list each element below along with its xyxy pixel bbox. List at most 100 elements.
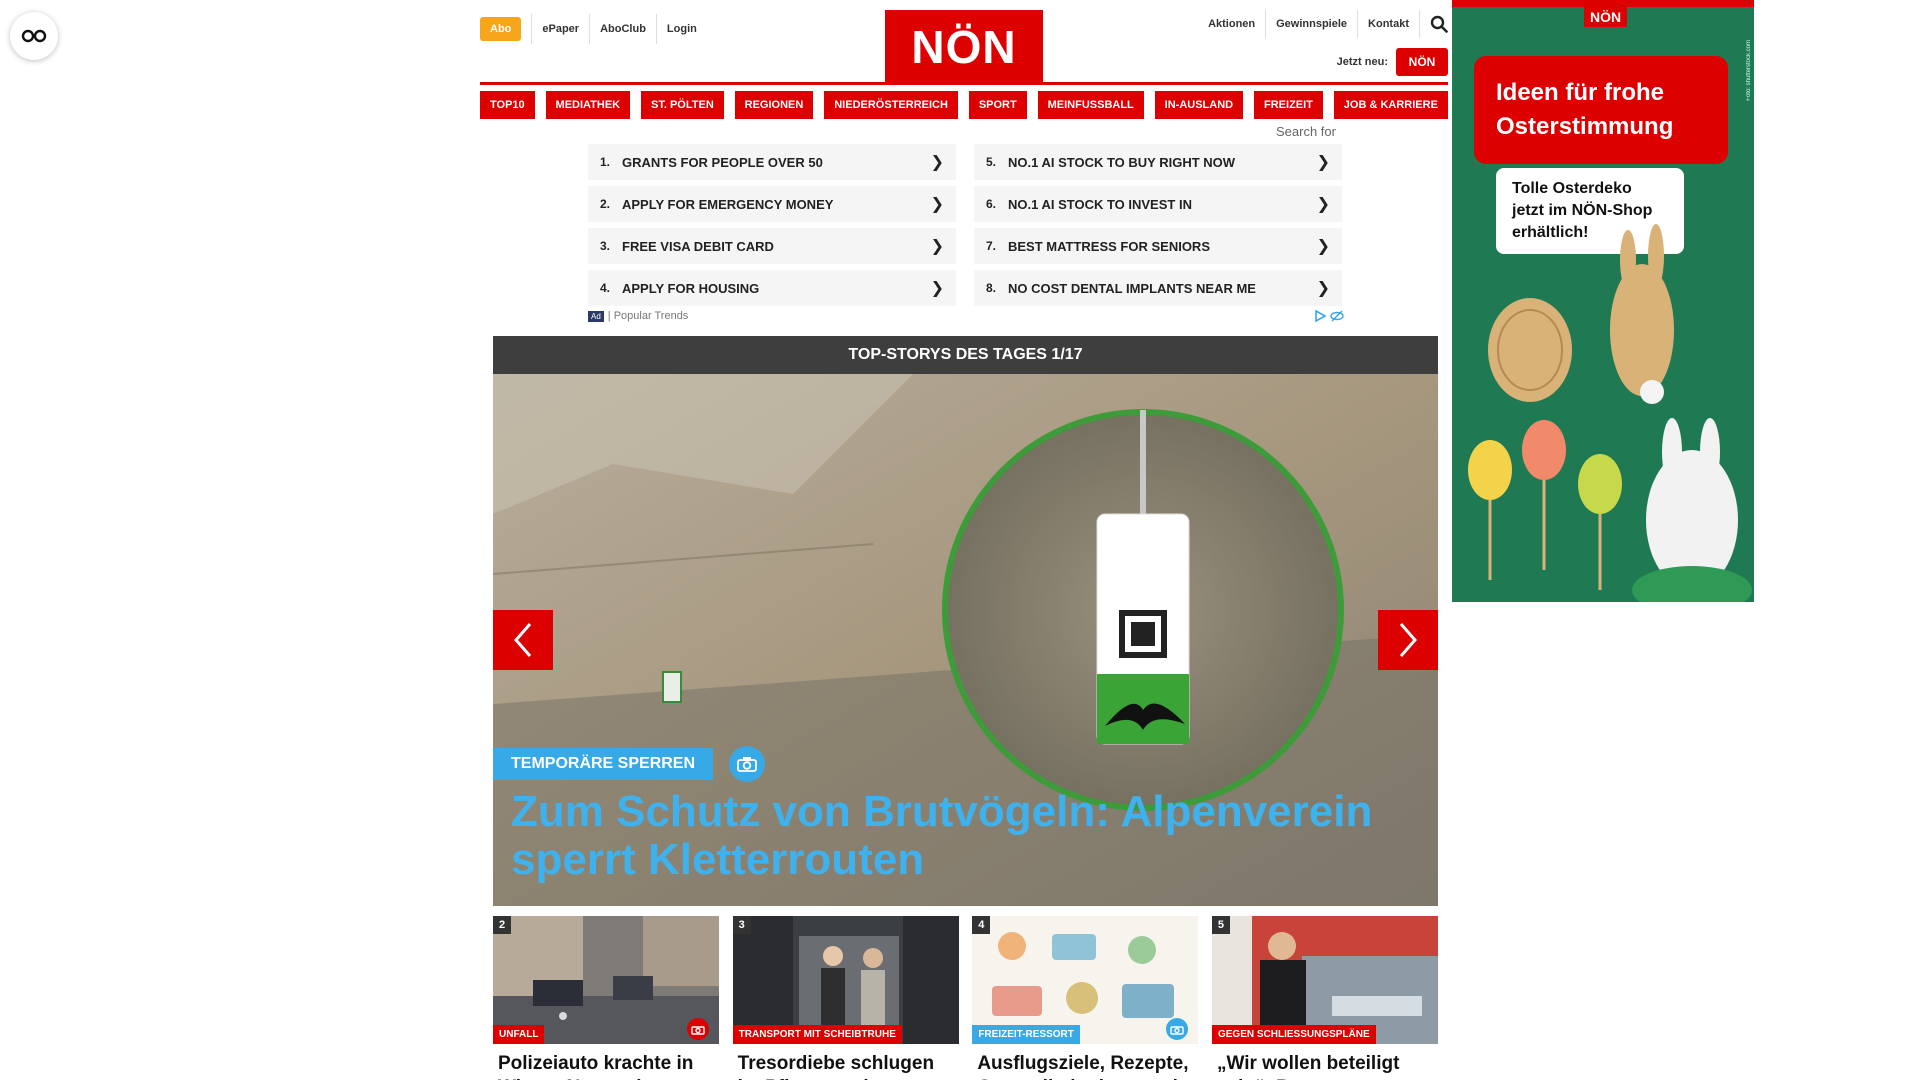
nön-mini-logo[interactable]: NÖN <box>1396 48 1448 76</box>
story-thumbnail[interactable]: 3 TRANSPORT MIT SCHEIBTRUHE <box>732 916 959 1044</box>
chevron-right-icon <box>1399 623 1417 657</box>
story-card[interactable]: 2 UNFALL Polizeiauto krachte in Wiener N… <box>493 916 719 1080</box>
story-category[interactable]: UNFALL <box>493 1025 545 1044</box>
story-thumbnail[interactable]: 4 FREIZEIT-RESSORT <box>972 916 1199 1044</box>
kontakt-link[interactable]: Kontakt <box>1358 10 1420 38</box>
nav-item-regionen[interactable]: REGIONEN <box>734 91 814 119</box>
story-category[interactable]: GEGEN SCHLIESSUNGSPLÄNE <box>1211 1025 1376 1044</box>
hero-slider[interactable]: TEMPORÄRE SPERREN Zum Schutz von Brutvög… <box>493 374 1438 906</box>
story-thumbnail[interactable]: 5 GEGEN SCHLIESSUNGSPLÄNE <box>1211 916 1438 1044</box>
story-rank: 5 <box>1211 916 1230 934</box>
hide-ad-icon[interactable] <box>1330 310 1344 322</box>
story-card[interactable]: 5 GEGEN SCHLIESSUNGSPLÄNE „Wir wollen be… <box>1211 916 1438 1080</box>
ad-choice-icons[interactable] <box>1314 310 1344 322</box>
gewinnspiele-link[interactable]: Gewinnspiele <box>1266 10 1359 38</box>
ad-number: 7. <box>986 239 997 253</box>
story-card[interactable]: 4 FREIZEIT-RESSORT Ausflugsziele, Rezept… <box>972 916 1199 1080</box>
camera-icon <box>729 746 766 782</box>
login-link[interactable]: Login <box>655 14 707 44</box>
sponsored-search-list: 1. GRANTS FOR PEOPLE OVER 50 ❯ 5. NO.1 AI S… <box>588 144 1344 306</box>
story-rank: 3 <box>732 916 751 934</box>
ad-text: GRANTS FOR PEOPLE OVER 50 <box>622 154 823 170</box>
nav-item-freizeit[interactable]: FREIZEIT <box>1254 91 1323 119</box>
nav-item-job-karriere[interactable]: JOB & KARRIERE <box>1333 91 1448 119</box>
jetzt-neu-label: Jetzt neu: <box>1336 56 1388 68</box>
ad-badge: Ad <box>588 310 604 322</box>
chevron-right-icon: ❯ <box>1316 154 1330 171</box>
ad-text: APPLY FOR HOUSING <box>622 280 760 296</box>
aktionen-link[interactable]: Aktionen <box>1198 10 1267 38</box>
slider-next-button[interactable] <box>1378 610 1438 670</box>
ad-number: 6. <box>986 197 997 211</box>
ad-number: 5. <box>986 155 997 169</box>
story-title[interactable]: „Wir wollen beteiligt sein“: Protest vor <box>1212 1052 1438 1080</box>
nav-item-st-poelten[interactable]: ST. PÖLTEN <box>641 91 724 119</box>
chevron-right-icon: ❯ <box>1316 280 1330 297</box>
epaper-link[interactable]: ePaper <box>531 14 589 44</box>
ad-link-5[interactable]: 5. NO.1 AI STOCK TO BUY RIGHT NOW ❯ <box>974 144 1342 180</box>
search-for-label: Search for <box>1276 124 1336 139</box>
ad-text: APPLY FOR EMERGENCY MONEY <box>622 196 834 212</box>
ad-link-4[interactable]: 4. APPLY FOR HOUSING ❯ <box>588 270 956 306</box>
adchoices-icon[interactable] <box>1314 310 1326 322</box>
story-thumbnail[interactable]: 2 UNFALL <box>493 916 719 1044</box>
ad-note: Tolle Osterdeko jetzt im NÖN-Shop erhält… <box>1496 168 1684 254</box>
header-divider <box>480 82 1448 85</box>
nav-item-in-ausland[interactable]: IN-AUSLAND <box>1154 91 1244 119</box>
hero-category-tag[interactable]: TEMPORÄRE SPERREN <box>493 748 714 780</box>
easter-ad-banner[interactable]: NÖN Ideen für frohe Osterstimmung Tolle … <box>1452 0 1754 602</box>
camera-icon <box>687 1018 709 1040</box>
slider-prev-button[interactable] <box>493 610 553 670</box>
nav-item-sport[interactable]: SPORT <box>968 91 1027 119</box>
nav-item-mediathek[interactable]: MEDIATHEK <box>545 91 631 119</box>
nav-item-meinfussball[interactable]: MEINFUSSBALL <box>1037 91 1144 119</box>
glasses-icon <box>21 29 47 43</box>
ad-number: 2. <box>600 197 611 211</box>
ad-link-8[interactable]: 8. NO COST DENTAL IMPLANTS NEAR ME ❯ <box>974 270 1342 306</box>
ad-top-bar <box>1452 0 1754 7</box>
jetzt-neu-promo: Jetzt neu: NÖN <box>1337 48 1448 76</box>
hero-tag-row: TEMPORÄRE SPERREN <box>493 746 766 782</box>
ad-brand-logo: NÖN <box>1584 7 1628 27</box>
story-title[interactable]: Tresordiebe schlugen im Pflege- und <box>733 1052 959 1080</box>
ad-text: BEST MATTRESS FOR SENIORS <box>1008 238 1210 254</box>
ad-text: NO.1 AI STOCK TO BUY RIGHT NOW <box>1008 154 1236 170</box>
ad-link-7[interactable]: 7. BEST MATTRESS FOR SENIORS ❯ <box>974 228 1342 264</box>
ad-text: NO.1 AI STOCK TO INVEST IN <box>1008 196 1192 212</box>
ad-text: NO COST DENTAL IMPLANTS NEAR ME <box>1008 280 1256 296</box>
ad-number: 4. <box>600 281 611 295</box>
accessibility-button[interactable] <box>10 12 58 60</box>
abo-button[interactable]: Abo <box>480 17 522 41</box>
site-header: Abo ePaper AboClub Login NÖN Aktionen Ge… <box>480 0 1448 84</box>
chevron-right-icon: ❯ <box>930 280 944 297</box>
popular-trends-label: | Popular Trends <box>607 310 689 322</box>
top-stories-bar: TOP-STORYS DES TAGES 1/17 <box>493 336 1438 374</box>
chevron-right-icon: ❯ <box>930 154 944 171</box>
ad-footer: Ad | Popular Trends <box>588 310 1344 322</box>
header-right-links: Aktionen Gewinnspiele Kontakt <box>1198 10 1448 38</box>
story-title[interactable]: Polizeiauto krachte in Wiener Neustadt g… <box>493 1052 719 1080</box>
chevron-right-icon: ❯ <box>930 238 944 255</box>
ad-link-1[interactable]: 1. GRANTS FOR PEOPLE OVER 50 ❯ <box>588 144 956 180</box>
story-rank: 2 <box>493 916 511 934</box>
ad-number: 3. <box>600 239 611 253</box>
search-icon[interactable] <box>1420 15 1448 33</box>
nav-item-top10[interactable]: TOP10 <box>480 91 535 119</box>
chevron-right-icon: ❯ <box>1316 238 1330 255</box>
aboclub-link[interactable]: AboClub <box>589 14 656 44</box>
ad-number: 1. <box>600 155 611 169</box>
story-cards: 2 UNFALL Polizeiauto krachte in Wiener N… <box>493 916 1438 1080</box>
nav-item-niederoesterreich[interactable]: NIEDERÖSTERREICH <box>824 91 958 119</box>
story-category[interactable]: FREIZEIT-RESSORT <box>972 1025 1080 1044</box>
chevron-right-icon: ❯ <box>930 196 944 213</box>
site-logo[interactable]: NÖN <box>885 10 1043 84</box>
story-title[interactable]: Ausflugsziele, Rezepte, Gesundheitstipps… <box>972 1052 1198 1080</box>
hero-headline[interactable]: Zum Schutz von Brutvögeln: Alpenverein s… <box>511 788 1411 884</box>
chevron-left-icon <box>514 623 532 657</box>
ad-link-6[interactable]: 6. NO.1 AI STOCK TO INVEST IN ❯ <box>974 186 1342 222</box>
story-category[interactable]: TRANSPORT MIT SCHEIBTRUHE <box>732 1025 902 1044</box>
ad-link-2[interactable]: 2. APPLY FOR EMERGENCY MONEY ❯ <box>588 186 956 222</box>
story-card[interactable]: 3 TRANSPORT MIT SCHEIBTRUHE Tresordiebe … <box>732 916 959 1080</box>
ad-link-3[interactable]: 3. FREE VISA DEBIT CARD ❯ <box>588 228 956 264</box>
chevron-right-icon: ❯ <box>1316 196 1330 213</box>
